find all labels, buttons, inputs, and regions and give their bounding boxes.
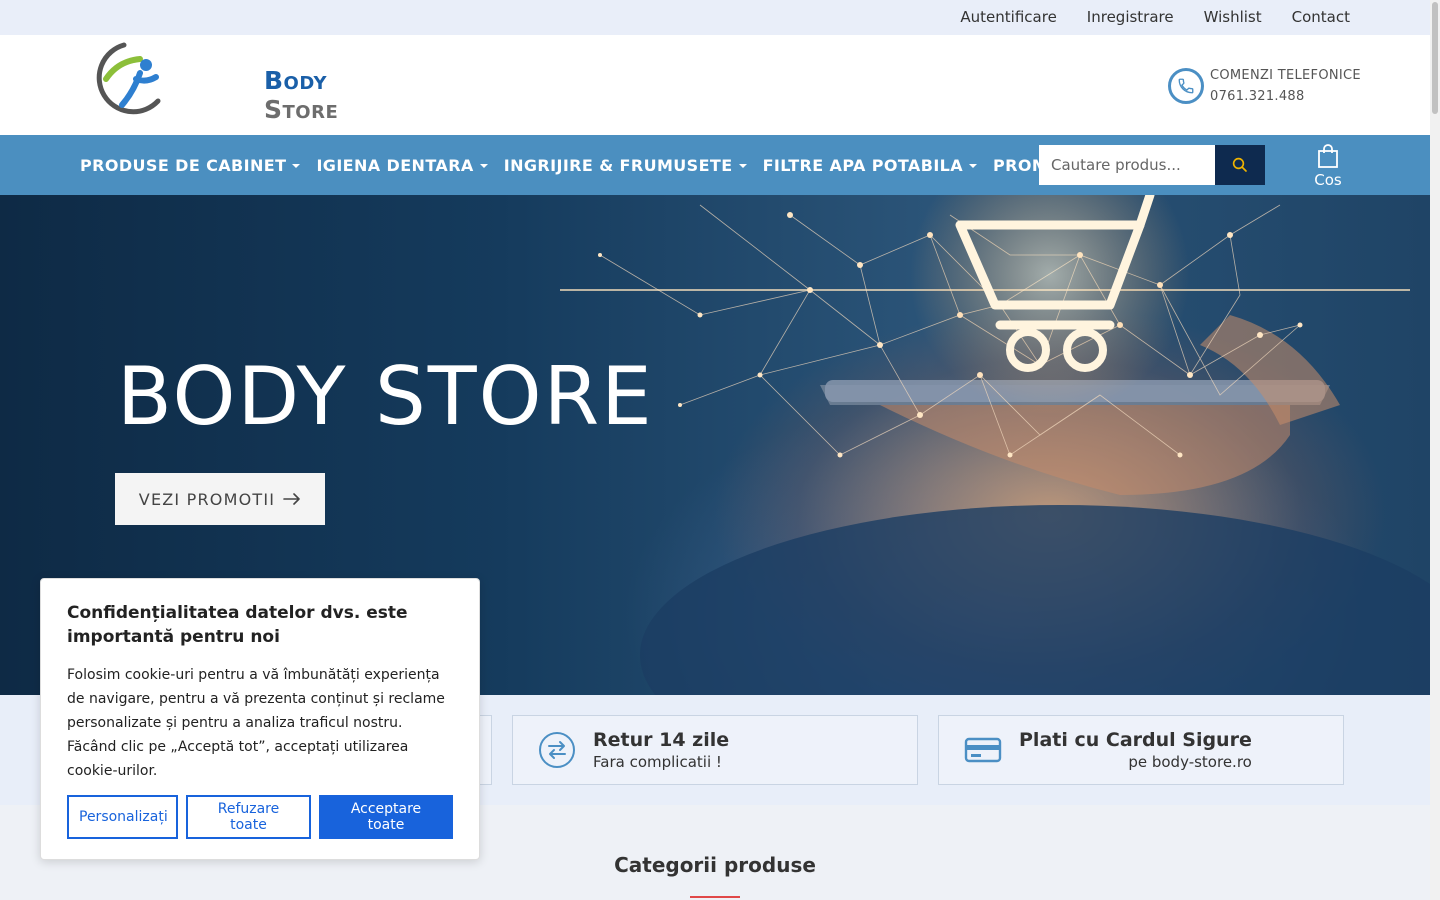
nav-item-produse-de-cabinet[interactable]: PRODUSE DE CABINET: [80, 155, 301, 175]
feature-title: Plati cu Cardul Sigure: [1019, 729, 1252, 751]
scrollbar-thumb[interactable]: [1432, 2, 1438, 114]
nav-item-label: FILTRE APA POTABILA: [762, 155, 964, 175]
logo-word-body: Body: [264, 66, 328, 95]
feature-title: Retur 14 zile: [593, 729, 730, 751]
store-logo[interactable]: Body Store: [84, 39, 374, 124]
top-links: Autentificare Inregistrare Wishlist Cont…: [960, 8, 1350, 26]
categories-underline: [690, 896, 740, 898]
arrow-right-icon: [283, 493, 300, 505]
shopping-bag-icon: [1318, 144, 1338, 168]
customize-button[interactable]: Personalizați: [67, 795, 178, 839]
nav-item-ingrijire-frumusete[interactable]: INGRIJIRE & FRUMUSETE: [504, 156, 747, 175]
cookie-title: Confidențialitatea datelor dvs. este imp…: [67, 603, 408, 647]
feature-subtitle: Fara complicatii !: [593, 753, 722, 771]
hero-button-label: VEZI PROMOTII: [138, 489, 276, 509]
login-link[interactable]: Autentificare: [960, 8, 1056, 26]
cart-label: Cos: [1314, 171, 1342, 189]
view-promotions-button[interactable]: VEZI PROMOTII: [115, 473, 325, 525]
search-icon: [1232, 157, 1247, 172]
nav-item-filtre-apa-potabila[interactable]: FILTRE APA POTABILA: [762, 155, 978, 175]
exchange-icon: [539, 732, 575, 768]
hero-title: BODY STORE: [117, 350, 654, 443]
page-scrollbar[interactable]: [1430, 0, 1440, 900]
feature-subtitle: pe body-store.ro: [1128, 753, 1252, 771]
reject-all-button[interactable]: Refuzare toate: [186, 795, 311, 839]
credit-card-icon: [964, 737, 1002, 763]
site-header: Body Store COMENZI TELEFONICE 0761.321.4…: [0, 35, 1430, 135]
cookie-consent-dialog: Confidențialitatea datelor dvs. este imp…: [40, 578, 480, 860]
register-link[interactable]: Inregistrare: [1087, 8, 1174, 26]
caret-down-icon: [969, 164, 978, 168]
feature-card-payments: Plati cu Cardul Sigure pe body-store.ro: [938, 715, 1344, 785]
search-input[interactable]: [1039, 145, 1215, 185]
cart-button[interactable]: Cos: [1308, 143, 1348, 189]
caret-down-icon: [738, 164, 747, 168]
contact-link[interactable]: Contact: [1292, 8, 1350, 26]
nav-item-label: IGIENA DENTARA: [316, 155, 474, 175]
main-nav: PRODUSE DE CABINET IGIENA DENTARA INGRIJ…: [0, 135, 1430, 195]
phone-number[interactable]: 0761.321.488: [1210, 86, 1361, 107]
feature-returns: Retur 14 zile Fara complicatii !: [512, 715, 918, 785]
nav-item-igiena-dentara[interactable]: IGIENA DENTARA: [316, 155, 488, 175]
nav-item-label: PRODUSE DE CABINET: [80, 155, 287, 175]
caret-down-icon: [292, 164, 301, 168]
nav-item-label: INGRIJIRE & FRUMUSETE: [503, 155, 733, 175]
phone-orders: COMENZI TELEFONICE 0761.321.488: [1168, 65, 1361, 107]
phone-label: COMENZI TELEFONICE: [1210, 68, 1361, 83]
logo-emblem-icon: [96, 42, 161, 115]
accept-all-button[interactable]: Acceptare toate: [319, 795, 453, 839]
wishlist-link[interactable]: Wishlist: [1204, 8, 1262, 26]
cookie-text: Folosim cookie-uri pentru a vă îmbunătăț…: [67, 667, 445, 779]
top-bar: Autentificare Inregistrare Wishlist Cont…: [0, 0, 1430, 35]
logo-text: Body Store: [264, 66, 374, 124]
search-button[interactable]: [1215, 145, 1265, 185]
caret-down-icon: [479, 164, 488, 168]
search-bar: [1039, 145, 1265, 185]
phone-icon: [1168, 68, 1204, 104]
logo-word-store: Store: [264, 95, 339, 124]
